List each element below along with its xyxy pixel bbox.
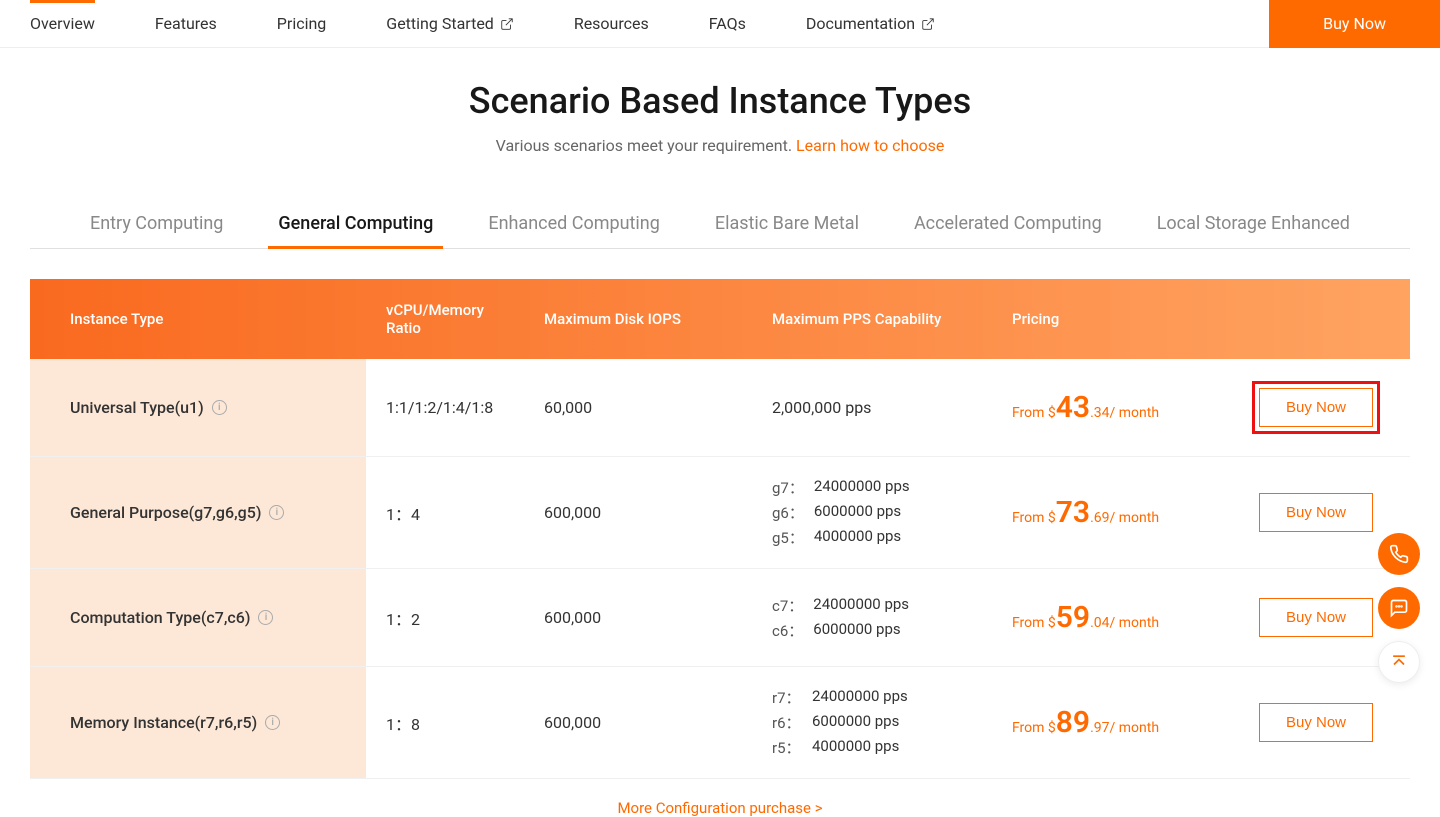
- pps-value: 4000000 pps: [812, 737, 899, 758]
- table-row: Universal Type(u1) i 1:1/1:2/1:4/1:8 60,…: [30, 359, 1410, 457]
- ratio-value: 1:1/1:2/1:4/1:8: [386, 398, 493, 417]
- learn-how-link[interactable]: Learn how to choose: [796, 136, 944, 155]
- iops-value: 600,000: [544, 713, 601, 732]
- header-pricing: Pricing: [992, 279, 1222, 359]
- phone-button[interactable]: [1378, 533, 1420, 575]
- iops-value: 600,000: [544, 608, 601, 627]
- external-link-icon: [921, 17, 935, 31]
- nav-getting-started[interactable]: Getting Started: [356, 0, 544, 48]
- nav-buy-now-button[interactable]: Buy Now: [1269, 0, 1440, 48]
- tab-general-computing[interactable]: General Computing: [268, 213, 443, 248]
- pps-value: 24000000 pps: [813, 595, 909, 616]
- page-subtitle: Various scenarios meet your requirement.…: [0, 136, 1440, 155]
- instance-type-name: General Purpose(g7,g6,g5): [70, 503, 261, 522]
- floating-buttons: [1378, 533, 1420, 683]
- pps-label: r6：: [772, 712, 802, 733]
- external-link-icon: [500, 17, 514, 31]
- pps-label: g6：: [772, 502, 804, 523]
- pps-list: c7： 24000000 pps c6： 6000000 pps: [772, 595, 909, 641]
- chevron-up-icon: [1389, 652, 1409, 672]
- iops-value: 60,000: [544, 398, 592, 417]
- chat-icon: [1389, 598, 1409, 618]
- category-tabs: Entry Computing General Computing Enhanc…: [30, 213, 1410, 249]
- pps-value: 4000000 pps: [814, 527, 901, 548]
- buy-now-button[interactable]: Buy Now: [1259, 388, 1373, 427]
- tab-elastic-bare-metal[interactable]: Elastic Bare Metal: [705, 213, 869, 248]
- pps-value: 2,000,000 pps: [772, 398, 871, 417]
- price-cell: From $59.04/ month: [1012, 598, 1159, 637]
- ratio-value: 1：2: [386, 606, 420, 630]
- price-cell: From $43.34/ month: [1012, 388, 1159, 427]
- price-cell: From $73.69/ month: [1012, 493, 1159, 532]
- buy-now-button[interactable]: Buy Now: [1259, 598, 1373, 637]
- info-icon[interactable]: i: [258, 610, 273, 625]
- buy-now-button[interactable]: Buy Now: [1259, 493, 1373, 532]
- header-instance-type: Instance Type: [30, 279, 366, 359]
- tab-entry-computing[interactable]: Entry Computing: [80, 213, 233, 248]
- pps-value: 24000000 pps: [812, 687, 908, 708]
- pps-list: g7： 24000000 pps g6： 6000000 pps g5： 4000000 …: [772, 477, 910, 548]
- info-icon[interactable]: i: [265, 715, 280, 730]
- pps-label: g7：: [772, 477, 804, 498]
- tab-enhanced-computing[interactable]: Enhanced Computing: [478, 213, 670, 248]
- header-iops: Maximum Disk IOPS: [524, 279, 752, 359]
- pps-label: g5：: [772, 527, 804, 548]
- pps-list: r7： 24000000 pps r6： 6000000 pps r5： 4000000 …: [772, 687, 908, 758]
- nav-features[interactable]: Features: [125, 0, 247, 48]
- info-icon[interactable]: i: [212, 400, 227, 415]
- ratio-value: 1：4: [386, 501, 420, 525]
- nav-pricing[interactable]: Pricing: [247, 0, 357, 48]
- more-configuration-link[interactable]: More Configuration purchase >: [0, 799, 1440, 817]
- header-ratio: vCPU/Memory Ratio: [366, 279, 524, 359]
- instance-table: Instance Type vCPU/Memory Ratio Maximum …: [30, 279, 1410, 779]
- instance-type-name: Universal Type(u1): [70, 398, 204, 417]
- header-pps: Maximum PPS Capability: [752, 279, 992, 359]
- table-header: Instance Type vCPU/Memory Ratio Maximum …: [30, 279, 1410, 359]
- pps-value: 24000000 pps: [814, 477, 910, 498]
- instance-type-name: Computation Type(c7,c6): [70, 608, 250, 627]
- ratio-value: 1：8: [386, 711, 420, 735]
- pps-value: 6000000 pps: [813, 620, 900, 641]
- table-row: Memory Instance(r7,r6,r5) i 1：8 600,000 …: [30, 667, 1410, 779]
- info-icon[interactable]: i: [269, 505, 284, 520]
- table-row: Computation Type(c7,c6) i 1：2 600,000 c7…: [30, 569, 1410, 667]
- nav-faqs[interactable]: FAQs: [679, 0, 776, 48]
- nav-resources[interactable]: Resources: [544, 0, 679, 48]
- top-nav: Overview Features Pricing Getting Starte…: [0, 0, 1440, 48]
- tab-accelerated-computing[interactable]: Accelerated Computing: [904, 213, 1112, 248]
- chat-button[interactable]: [1378, 587, 1420, 629]
- scroll-top-button[interactable]: [1378, 641, 1420, 683]
- pps-label: r7：: [772, 687, 802, 708]
- page-title: Scenario Based Instance Types: [0, 80, 1440, 122]
- phone-icon: [1389, 544, 1409, 564]
- tab-local-storage-enhanced[interactable]: Local Storage Enhanced: [1147, 213, 1360, 248]
- iops-value: 600,000: [544, 503, 601, 522]
- pps-label: c7：: [772, 595, 803, 616]
- price-cell: From $89.97/ month: [1012, 703, 1159, 742]
- nav-overview[interactable]: Overview: [0, 0, 125, 48]
- pps-value: 6000000 pps: [812, 712, 899, 733]
- instance-type-name: Memory Instance(r7,r6,r5): [70, 713, 257, 732]
- pps-value: 6000000 pps: [814, 502, 901, 523]
- table-row: General Purpose(g7,g6,g5) i 1：4 600,000 …: [30, 457, 1410, 569]
- pps-label: r5：: [772, 737, 802, 758]
- nav-documentation[interactable]: Documentation: [776, 0, 965, 48]
- buy-now-button[interactable]: Buy Now: [1259, 703, 1373, 742]
- pps-label: c6：: [772, 620, 803, 641]
